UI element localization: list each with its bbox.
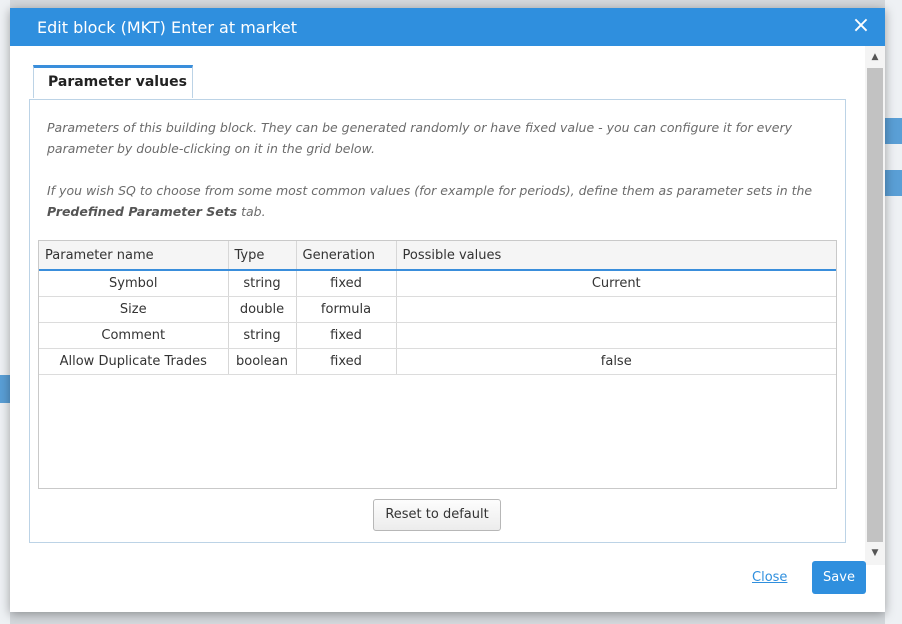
scrollbar-thumb[interactable]	[867, 68, 883, 542]
reset-to-default-button[interactable]: Reset to default	[373, 499, 501, 531]
cell-parameter-name[interactable]: Allow Duplicate Trades	[39, 348, 229, 375]
cell-type[interactable]: boolean	[228, 348, 297, 375]
table-row[interactable]: Comment string fixed	[39, 322, 836, 349]
cell-generation[interactable]: fixed	[296, 270, 397, 297]
table-row[interactable]: Allow Duplicate Trades boolean fixed fal…	[39, 348, 836, 375]
column-header-generation[interactable]: Generation	[296, 241, 397, 271]
cell-type[interactable]: string	[228, 322, 297, 349]
background-app-right	[885, 0, 902, 624]
scroll-down-icon[interactable]: ▼	[865, 546, 885, 560]
cell-possible-values[interactable]: false	[396, 348, 836, 375]
table-row[interactable]: Symbol string fixed Current	[39, 270, 836, 297]
edit-block-dialog: Edit block (MKT) Enter at market × Param…	[10, 8, 885, 612]
column-header-possible-values[interactable]: Possible values	[396, 241, 836, 271]
dialog-scrollbar[interactable]: ▲ ▼	[865, 46, 885, 565]
dialog-titlebar: Edit block (MKT) Enter at market ×	[10, 8, 885, 46]
tab-panel: Parameters of this building block. They …	[29, 99, 846, 543]
save-button[interactable]: Save	[812, 561, 866, 594]
background-selection-bar	[885, 170, 902, 196]
cell-generation[interactable]: fixed	[296, 348, 397, 375]
cell-possible-values[interactable]: Current	[396, 270, 836, 297]
cell-possible-values[interactable]	[396, 296, 836, 323]
predefined-sets-bold: Predefined Parameter Sets	[47, 204, 238, 219]
cell-possible-values[interactable]	[396, 322, 836, 349]
table-row[interactable]: Size double formula	[39, 296, 836, 323]
cell-type[interactable]: double	[228, 296, 297, 323]
grid-header-row: Parameter name Type Generation Possible …	[39, 241, 836, 271]
cell-generation[interactable]: formula	[296, 296, 397, 323]
description-text: Parameters of this building block. They …	[47, 120, 792, 156]
scroll-up-icon[interactable]: ▲	[865, 50, 885, 64]
dialog-content: Parameter values Parameters of this buil…	[10, 46, 865, 543]
cell-parameter-name[interactable]: Symbol	[39, 270, 229, 297]
close-link[interactable]: Close	[752, 570, 787, 585]
tab-parameter-values[interactable]: Parameter values	[33, 65, 193, 98]
cell-parameter-name[interactable]: Size	[39, 296, 229, 323]
column-header-type[interactable]: Type	[228, 241, 297, 271]
close-icon[interactable]: ×	[849, 14, 873, 38]
cell-parameter-name[interactable]: Comment	[39, 322, 229, 349]
dialog-title: Edit block (MKT) Enter at market	[37, 18, 297, 37]
background-selection-bar	[0, 375, 10, 403]
description-text-2: If you wish SQ to choose from some most …	[47, 183, 813, 219]
parameters-grid: Parameter name Type Generation Possible …	[38, 240, 837, 489]
cell-generation[interactable]: fixed	[296, 322, 397, 349]
background-app-left	[0, 0, 10, 624]
cell-type[interactable]: string	[228, 270, 297, 297]
column-header-parameter-name[interactable]: Parameter name	[39, 241, 229, 271]
tab-label: Parameter values	[48, 74, 187, 90]
background-selection-bar	[885, 118, 902, 144]
